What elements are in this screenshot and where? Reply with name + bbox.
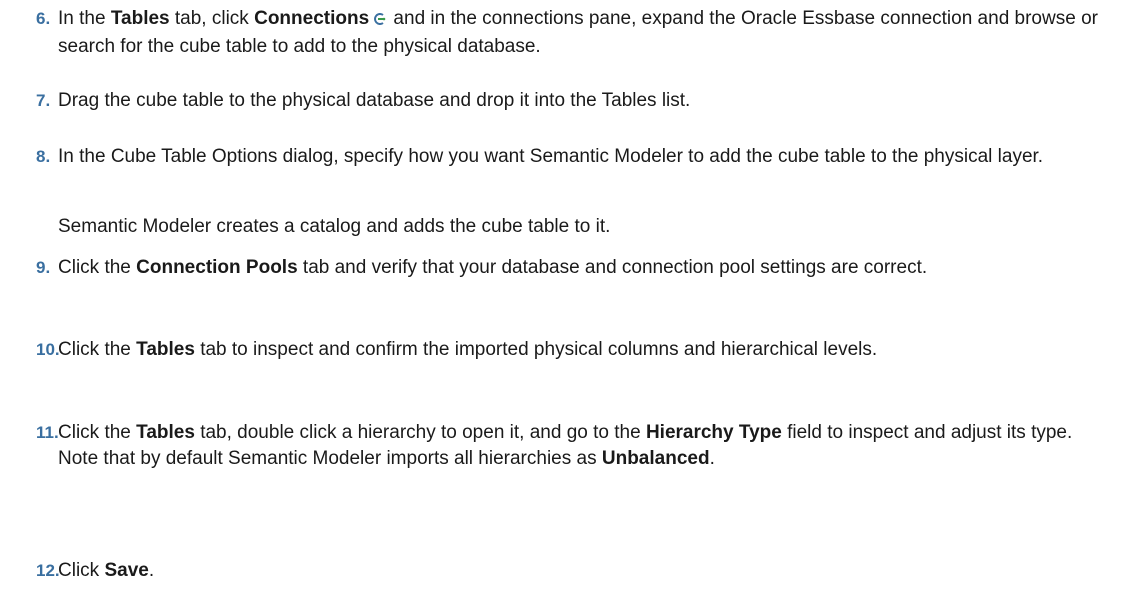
text-run: Click the bbox=[58, 339, 137, 360]
step-number: 6. bbox=[36, 9, 51, 28]
ui-term-tables: Tables bbox=[136, 422, 195, 443]
step-number: 9. bbox=[36, 258, 51, 277]
step-number: 8. bbox=[36, 147, 51, 166]
step-text: In the Tables tab, click Connections and… bbox=[58, 6, 1108, 60]
step-number: 12. bbox=[36, 561, 60, 580]
step-text: Drag the cube table to the physical data… bbox=[58, 90, 691, 111]
text-run: tab and verify that your database and co… bbox=[297, 257, 928, 278]
text-run: tab, double click a hierarchy to open it… bbox=[194, 422, 646, 443]
text-run: In the bbox=[58, 8, 111, 29]
ui-term-connections: Connections bbox=[254, 8, 370, 29]
text-run: tab, click bbox=[169, 8, 255, 29]
text-run: . bbox=[148, 560, 155, 581]
step-text: Click Save. bbox=[58, 558, 1108, 584]
ui-term-connection-pools: Connection Pools bbox=[136, 257, 298, 278]
ui-term-tables: Tables bbox=[110, 8, 170, 29]
text-run: Click the bbox=[58, 422, 137, 443]
step-note: Semantic Modeler creates a catalog and a… bbox=[58, 216, 611, 237]
ui-term-unbalanced: Unbalanced bbox=[601, 448, 710, 469]
step-number: 7. bbox=[36, 91, 51, 110]
step-text: Click the Tables tab to inspect and conf… bbox=[58, 337, 1108, 363]
text-run: . bbox=[709, 448, 715, 469]
ui-term-save: Save bbox=[104, 560, 149, 581]
step-text: In the Cube Table Options dialog, specif… bbox=[58, 146, 1044, 167]
ui-term-hierarchy-type: Hierarchy Type bbox=[645, 422, 782, 443]
step-number: 10. bbox=[36, 340, 60, 359]
text-run: Click the bbox=[58, 257, 137, 278]
step-text: Click the Connection Pools tab and verif… bbox=[58, 255, 1108, 281]
text-run: Click bbox=[58, 560, 105, 581]
step-number: 11. bbox=[36, 423, 59, 442]
document-steps: 6. In the Tables tab, click Connections … bbox=[0, 0, 1145, 593]
step-text: Click the Tables tab, double click a hie… bbox=[58, 420, 1108, 472]
connections-icon bbox=[372, 8, 386, 34]
ui-term-tables: Tables bbox=[136, 339, 195, 360]
text-run: tab to inspect and confirm the imported … bbox=[194, 339, 878, 360]
